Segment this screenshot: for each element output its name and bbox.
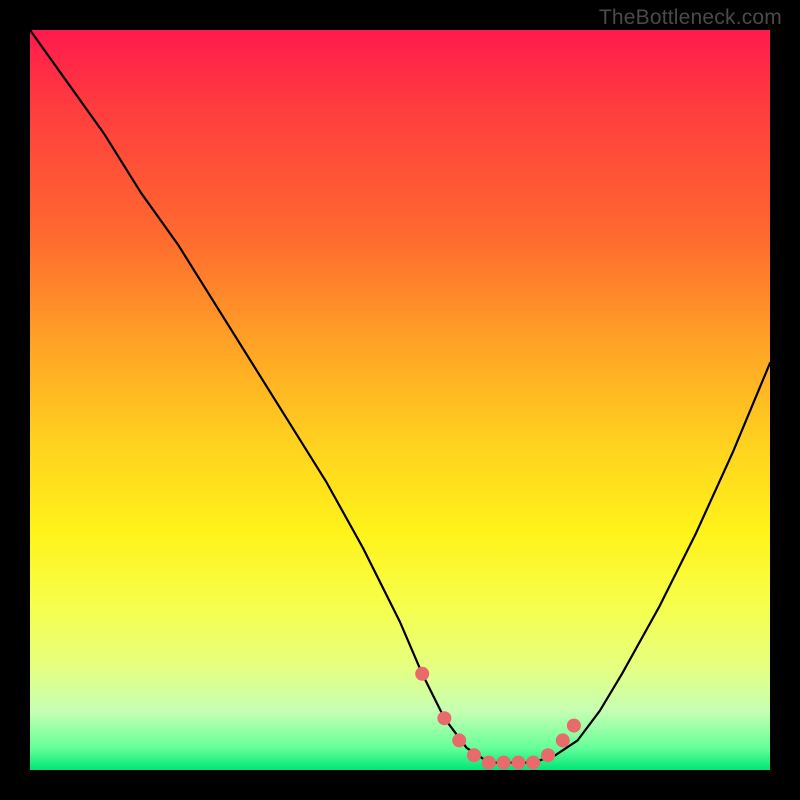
highlight-dot [467, 748, 481, 762]
highlight-dot [415, 667, 429, 681]
watermark-text: TheBottleneck.com [599, 6, 782, 30]
chart-frame: TheBottleneck.com [0, 0, 800, 800]
highlight-dot [541, 748, 555, 762]
plot-area [30, 30, 770, 770]
highlight-dot [497, 756, 511, 770]
highlight-dot [526, 756, 540, 770]
highlight-dot [511, 756, 525, 770]
curve-line [30, 30, 770, 763]
highlight-dot [452, 733, 466, 747]
chart-svg [30, 30, 770, 770]
highlight-dot [567, 719, 581, 733]
highlight-dot [556, 733, 570, 747]
highlight-dot [437, 711, 451, 725]
curve-path [30, 30, 770, 763]
highlight-dot [482, 756, 496, 770]
